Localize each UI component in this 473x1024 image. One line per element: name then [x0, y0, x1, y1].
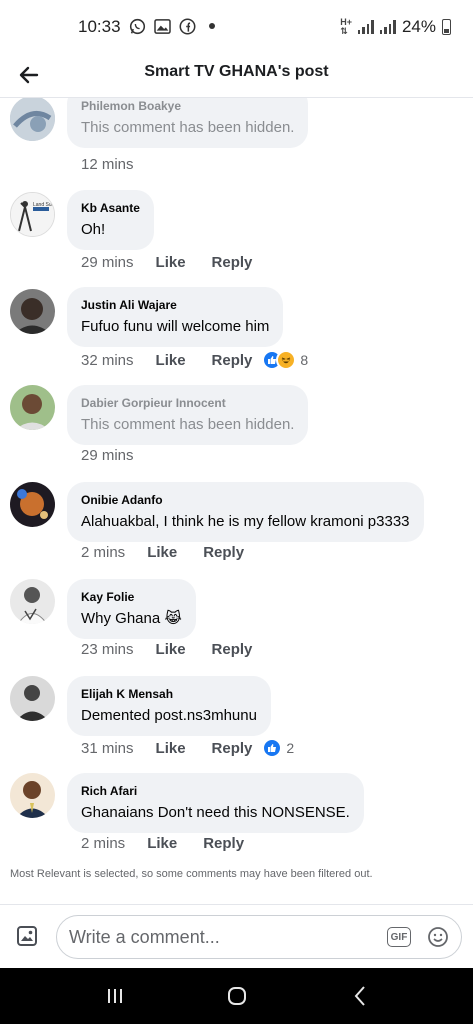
comment-time[interactable]: 29 mins	[81, 447, 134, 464]
like-button[interactable]: Like	[156, 352, 186, 369]
status-time: 10:33	[78, 17, 121, 36]
comment-text: This comment has been hidden.	[81, 416, 295, 433]
comment-actions: 12 mins	[81, 156, 156, 173]
avatar[interactable]	[10, 289, 55, 334]
battery-percent: 24%	[401, 17, 436, 36]
comment-actions: 29 mins Like Reply	[81, 254, 278, 271]
system-navigation-bar	[0, 968, 473, 1024]
comment-text: Oh!	[81, 221, 106, 238]
data-icon: H+ ⇅	[340, 17, 352, 36]
haha-reaction-icon	[276, 350, 297, 370]
reply-button[interactable]: Reply	[212, 740, 253, 757]
recent-apps-button[interactable]	[95, 982, 135, 1010]
comment-time[interactable]: 12 mins	[81, 156, 134, 173]
comment-text: Ghanaians Don't need this NONSENSE.	[81, 804, 350, 821]
comment-time[interactable]: 32 mins	[81, 352, 134, 369]
comment-time[interactable]: 31 mins	[81, 740, 134, 757]
comment-bubble[interactable]: Kay Folie Why Ghana 😹	[67, 579, 196, 639]
photo-icon	[17, 926, 37, 946]
comment-text: Alahuakbal, I think he is my fellow kram…	[81, 513, 410, 530]
page-title: Smart TV GHANA's post	[144, 63, 329, 80]
like-button[interactable]: Like	[156, 740, 186, 757]
header: Smart TV GHANA's post	[0, 52, 473, 98]
comment-author[interactable]: Onibie Adanfo	[81, 492, 410, 508]
comment-input[interactable]	[69, 924, 379, 950]
comment-author[interactable]: Kb Asante	[81, 200, 140, 216]
avatar[interactable]	[10, 385, 55, 430]
signal-icon	[357, 20, 374, 34]
comment-bubble[interactable]: Elijah K Mensah Demented post.ns3mhunu	[67, 676, 271, 736]
recent-apps-icon	[108, 989, 122, 1003]
emoji-button[interactable]	[427, 926, 449, 948]
home-icon	[228, 987, 246, 1005]
comment-author[interactable]: Kay Folie	[81, 589, 182, 605]
like-button[interactable]: Like	[156, 254, 186, 271]
gif-button[interactable]: GIF	[387, 927, 411, 947]
filter-notice: Most Relevant is selected, so some comme…	[10, 868, 373, 880]
status-bar: 10:33 H+ ⇅ 24%	[0, 0, 473, 52]
comment-time[interactable]: 2 mins	[81, 835, 125, 852]
battery-icon	[442, 19, 451, 35]
reply-button[interactable]: Reply	[212, 352, 253, 369]
comment-time[interactable]: 23 mins	[81, 641, 134, 658]
reaction-count: 8	[300, 352, 309, 368]
comment-author[interactable]: Rich Afari	[81, 783, 350, 799]
comment-actions: 2 mins Like Reply	[81, 835, 270, 852]
avatar[interactable]	[10, 482, 55, 527]
comment-bubble[interactable]: Onibie Adanfo Alahuakbal, I think he is …	[67, 482, 424, 542]
reply-button[interactable]: Reply	[203, 544, 244, 561]
avatar[interactable]	[10, 773, 55, 818]
photo-button[interactable]	[14, 923, 42, 951]
reactions-summary[interactable]: 8	[262, 350, 308, 370]
svg-text:Land Survey: Land Survey	[33, 202, 55, 208]
dot-icon	[203, 17, 221, 35]
like-reaction-icon	[262, 738, 283, 758]
avatar[interactable]	[10, 98, 55, 141]
comment-text: Demented post.ns3mhunu	[81, 707, 257, 724]
reply-button[interactable]: Reply	[212, 254, 253, 271]
facebook-icon	[178, 17, 196, 35]
comment-actions: 23 mins Like Reply	[81, 641, 278, 658]
comment-input-box[interactable]: GIF	[56, 915, 462, 959]
avatar[interactable]	[10, 676, 55, 721]
comment-composer: GIF	[0, 904, 473, 968]
comment-actions: 31 mins Like Reply 2	[81, 738, 294, 758]
signal-icon	[379, 20, 396, 34]
like-button[interactable]: Like	[156, 641, 186, 658]
comment-author[interactable]: Justin Ali Wajare	[81, 297, 269, 313]
comment-actions: 29 mins	[81, 447, 156, 464]
comment-author[interactable]: Elijah K Mensah	[81, 686, 257, 702]
comment-bubble[interactable]: Kb Asante Oh!	[67, 190, 154, 250]
reaction-count: 2	[286, 740, 295, 756]
comment-bubble[interactable]: Dabier Gorpieur Innocent This comment ha…	[67, 385, 309, 445]
comment-text: Why Ghana 😹	[81, 610, 182, 627]
comment-bubble[interactable]: Rich Afari Ghanaians Don't need this NON…	[67, 773, 364, 833]
system-back-button[interactable]	[340, 982, 380, 1010]
gallery-icon	[153, 17, 171, 35]
reply-button[interactable]: Reply	[203, 835, 244, 852]
comment-text: Fufuo funu will welcome him	[81, 318, 270, 335]
comment-time[interactable]: 2 mins	[81, 544, 125, 561]
emoji-icon	[428, 927, 448, 947]
status-right: H+ ⇅ 24%	[340, 17, 451, 37]
like-button[interactable]: Like	[147, 835, 177, 852]
comment-text: This comment has been hidden.	[81, 119, 295, 136]
reply-button[interactable]: Reply	[212, 641, 253, 658]
comments-list[interactable]: Philemon Boakye This comment has been hi…	[0, 98, 473, 904]
like-button[interactable]: Like	[147, 544, 177, 561]
chevron-left-icon	[354, 986, 365, 1006]
comment-time[interactable]: 29 mins	[81, 254, 134, 271]
comment-author[interactable]: Dabier Gorpieur Innocent	[81, 395, 294, 411]
whatsapp-icon	[128, 17, 146, 35]
comment-author[interactable]: Philemon Boakye	[81, 98, 294, 114]
comment-actions: 2 mins Like Reply	[81, 544, 270, 561]
avatar[interactable]	[10, 579, 55, 624]
avatar[interactable]: Land Survey	[10, 192, 55, 237]
notification-icons	[128, 17, 221, 35]
reactions-summary[interactable]: 2	[262, 738, 294, 758]
comment-bubble[interactable]: Philemon Boakye This comment has been hi…	[67, 98, 309, 148]
comment-actions: 32 mins Like Reply 8	[81, 350, 308, 370]
comment-bubble[interactable]: Justin Ali Wajare Fufuo funu will welcom…	[67, 287, 284, 347]
home-button[interactable]	[217, 982, 257, 1010]
